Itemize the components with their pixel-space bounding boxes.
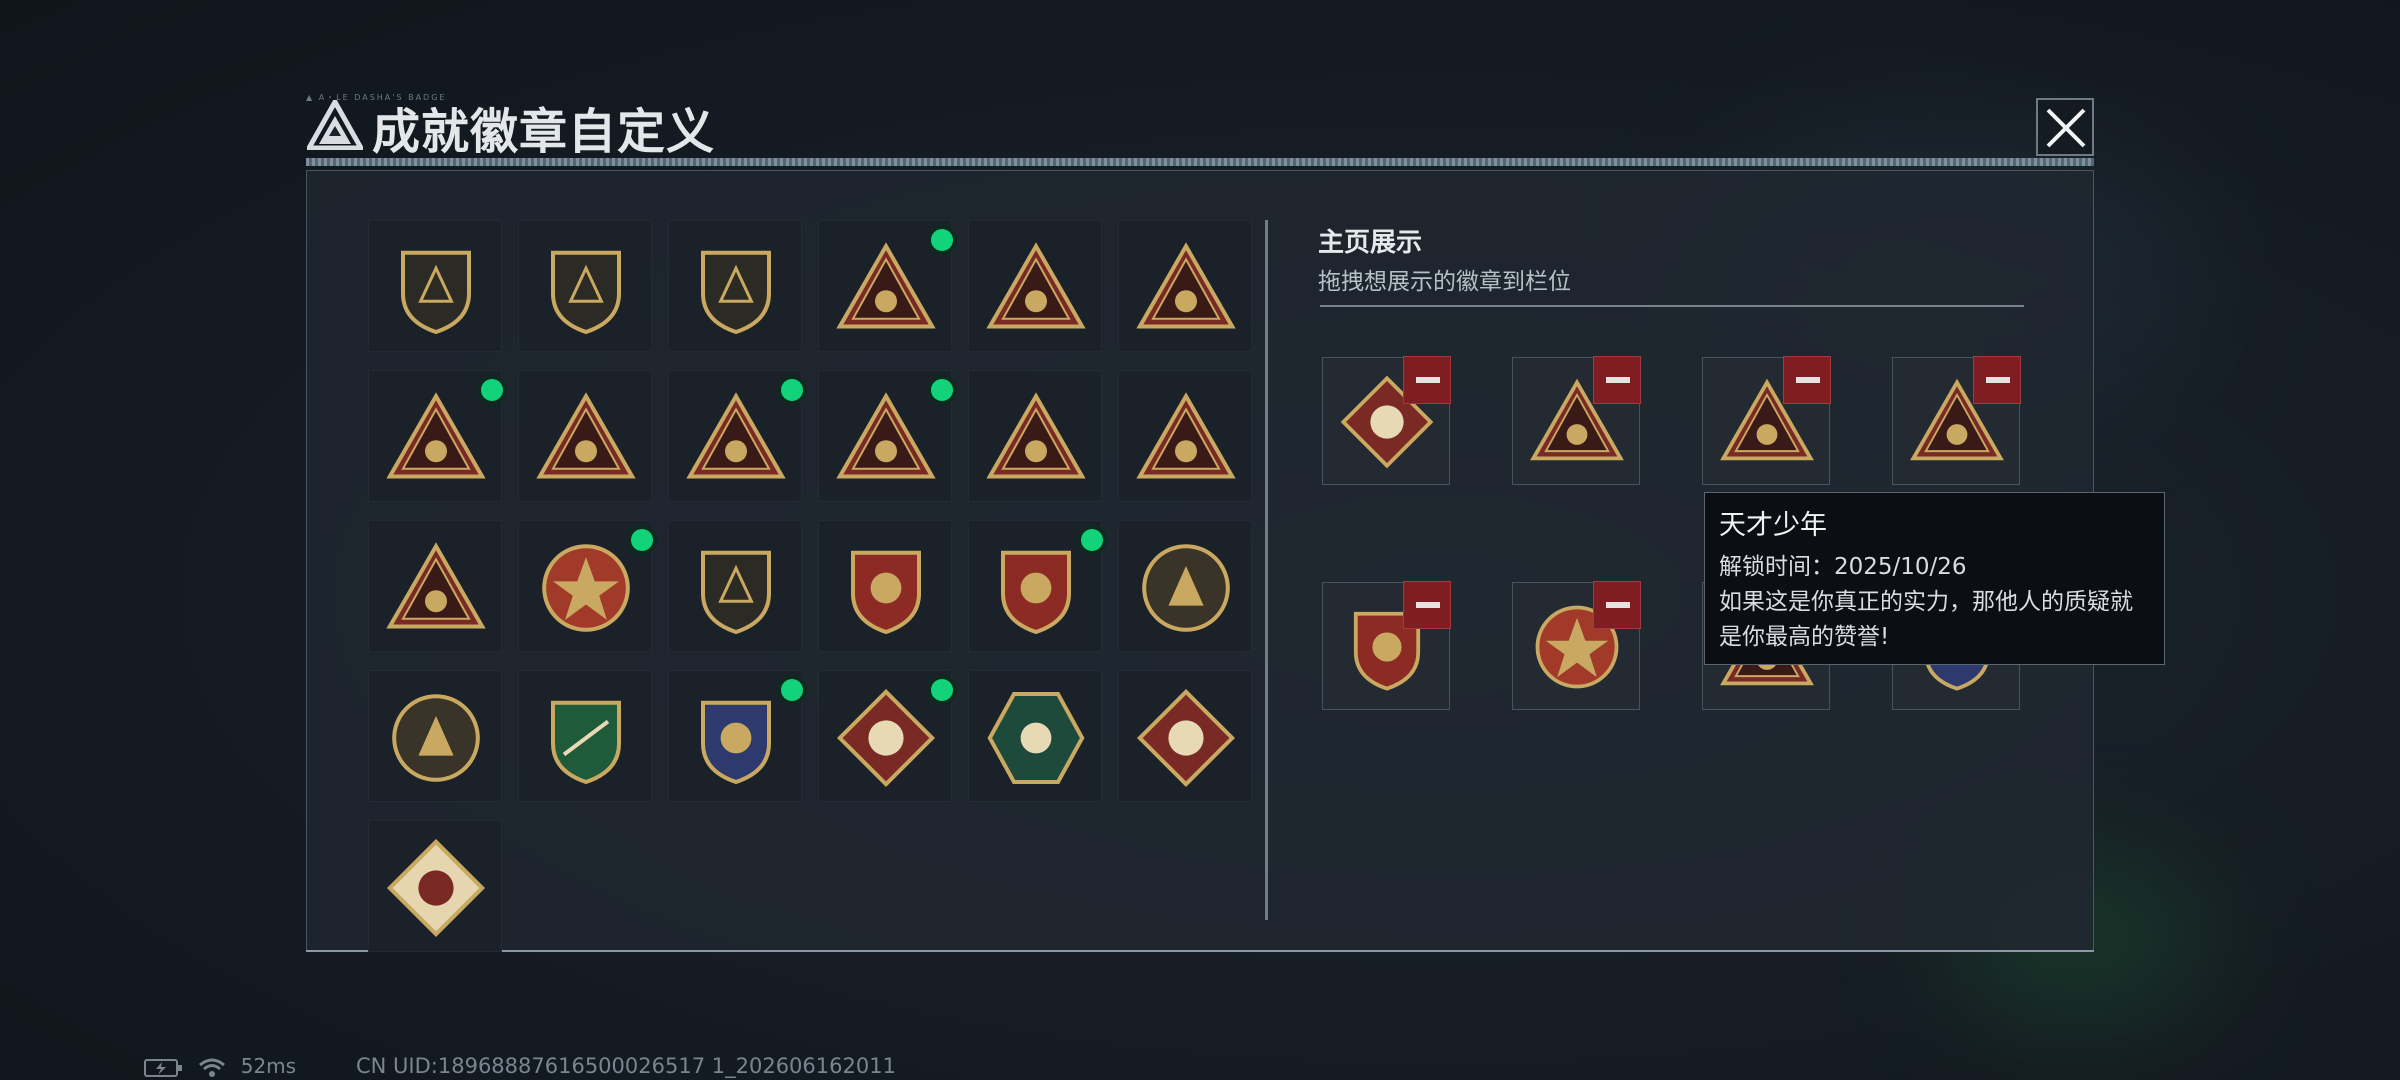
delta-logo-shield-icon: [401, 250, 471, 335]
badge-cell-helicopter-shield[interactable]: [518, 220, 652, 352]
badge-cell-soldiers-triangle[interactable]: [1118, 370, 1252, 502]
selected-indicator: [931, 229, 953, 251]
star-medal-icon: [542, 544, 630, 632]
badge-cell-ship-triangle[interactable]: [368, 370, 503, 502]
display-section-title: 主页展示: [1318, 228, 1423, 258]
remove-badge-button[interactable]: [1403, 356, 1451, 404]
s7-triangle-icon: [836, 242, 936, 329]
badge-cell-blue-swords-shield[interactable]: [668, 670, 803, 802]
badge-cell-lion-seal[interactable]: [1118, 520, 1252, 652]
badge-cell-dagger-shield[interactable]: [668, 220, 802, 352]
ship-triangle-icon: [386, 392, 486, 479]
badge-cell-diamond-laurel-shield[interactable]: [818, 520, 952, 652]
meditation-triangle-icon: [836, 392, 936, 479]
wifi-icon: [199, 1058, 226, 1077]
remove-badge-button[interactable]: [1973, 356, 2021, 404]
tooltip-description-line2: 是你最高的赞誉!: [1719, 624, 1890, 650]
remove-badge-button[interactable]: [1593, 581, 1641, 629]
s8-triangle-icon: [986, 242, 1086, 329]
badge-cell-soldiers-pedestal[interactable]: [368, 520, 502, 652]
status-bar: 52ms: [144, 1054, 310, 1079]
badge-cell-usb-triangle[interactable]: [668, 370, 803, 502]
display-slot-2[interactable]: [1512, 356, 1641, 485]
soldiers-pedestal-icon: [386, 542, 486, 629]
tooltip-unlock-time: 解锁时间：2025/10/26: [1719, 554, 1967, 580]
badge-cell-s8-triangle[interactable]: [968, 220, 1102, 352]
selected-indicator: [481, 379, 503, 401]
panel-bottom-border: [306, 950, 2094, 952]
helicopter-shield-icon: [551, 250, 621, 335]
badge-cell-serpent-diamond[interactable]: [368, 820, 502, 952]
display-slot-4[interactable]: [1892, 356, 2021, 485]
badge-cell-s9-triangle[interactable]: [1118, 220, 1252, 352]
display-slot-6[interactable]: [1512, 581, 1641, 710]
close-icon: [2046, 108, 2086, 148]
page-title: 成就徽章自定义: [372, 104, 716, 160]
remove-badge-button[interactable]: [1783, 356, 1831, 404]
badge-cell-dragon-diamond[interactable]: [1118, 670, 1252, 802]
remove-badge-button[interactable]: [1403, 581, 1451, 629]
number-one-triangle-icon: [536, 392, 636, 479]
diamond-laurel-shield-2-icon: [1001, 550, 1071, 635]
delta-logo-icon: [307, 100, 363, 150]
badge-cell-hand-shield[interactable]: [668, 520, 802, 652]
badge-cell-number-one-triangle[interactable]: [518, 370, 652, 502]
close-button[interactable]: [2036, 98, 2094, 156]
display-slot-1[interactable]: [1322, 356, 1451, 485]
badge-cell-hands-triangle[interactable]: [968, 370, 1102, 502]
lion-seal-icon: [1142, 544, 1230, 632]
selected-indicator: [631, 529, 653, 551]
hornet-hexagon-icon: [987, 692, 1085, 784]
display-slot-5[interactable]: [1322, 581, 1451, 710]
badge-cell-delta-logo-shield[interactable]: [368, 220, 502, 352]
wolf-diamond-icon: [836, 688, 936, 788]
display-section-subtitle: 拖拽想展示的徽章到栏位: [1318, 269, 1571, 295]
hands-triangle-icon: [986, 392, 1086, 479]
tooltip-description-line1: 如果这是你真正的实力，那他人的质疑就: [1719, 589, 2133, 615]
ping-value: 52ms: [240, 1054, 297, 1078]
dragon-diamond-icon: [1136, 688, 1236, 788]
badge-cell-tank-sunburst[interactable]: [368, 670, 502, 802]
tooltip-badge-name: 天才少年: [1719, 510, 1827, 541]
s9-triangle-icon: [1136, 242, 1236, 329]
selected-indicator: [931, 679, 953, 701]
soldiers-triangle-icon: [1136, 392, 1236, 479]
selected-indicator: [781, 679, 803, 701]
blue-swords-shield-icon: [701, 700, 771, 785]
badge-cell-star-medal[interactable]: [518, 520, 653, 652]
badge-cell-s7-triangle[interactable]: [818, 220, 953, 352]
badge-tooltip: 天才少年 解锁时间：2025/10/26 如果这是你真正的实力，那他人的质疑就 …: [1704, 492, 2165, 665]
hand-shield-icon: [701, 550, 771, 635]
badge-cell-hornet-hexagon[interactable]: [968, 670, 1102, 802]
badge-cell-diamond-laurel-shield-2[interactable]: [968, 520, 1103, 652]
display-section-divider: [1320, 305, 2024, 307]
dagger-shield-icon: [701, 250, 771, 335]
user-uid: CN UID:18968887616500026517 1_2026061620…: [356, 1054, 896, 1078]
battery-charging-icon: [144, 1058, 182, 1077]
selected-indicator: [931, 379, 953, 401]
remove-badge-button[interactable]: [1593, 356, 1641, 404]
usb-triangle-icon: [686, 392, 786, 479]
green-rifle-shield-icon: [551, 700, 621, 785]
badge-cell-green-rifle-shield[interactable]: [518, 670, 652, 802]
display-slot-3[interactable]: [1702, 356, 1831, 485]
tank-sunburst-icon: [392, 694, 480, 782]
diamond-laurel-shield-icon: [851, 550, 921, 635]
section-divider: [1265, 220, 1268, 920]
badge-cell-wolf-diamond[interactable]: [818, 670, 953, 802]
badge-cell-meditation-triangle[interactable]: [818, 370, 953, 502]
selected-indicator: [1081, 529, 1103, 551]
title-divider: [306, 158, 2094, 166]
selected-indicator: [781, 379, 803, 401]
serpent-diamond-icon: [386, 838, 486, 938]
